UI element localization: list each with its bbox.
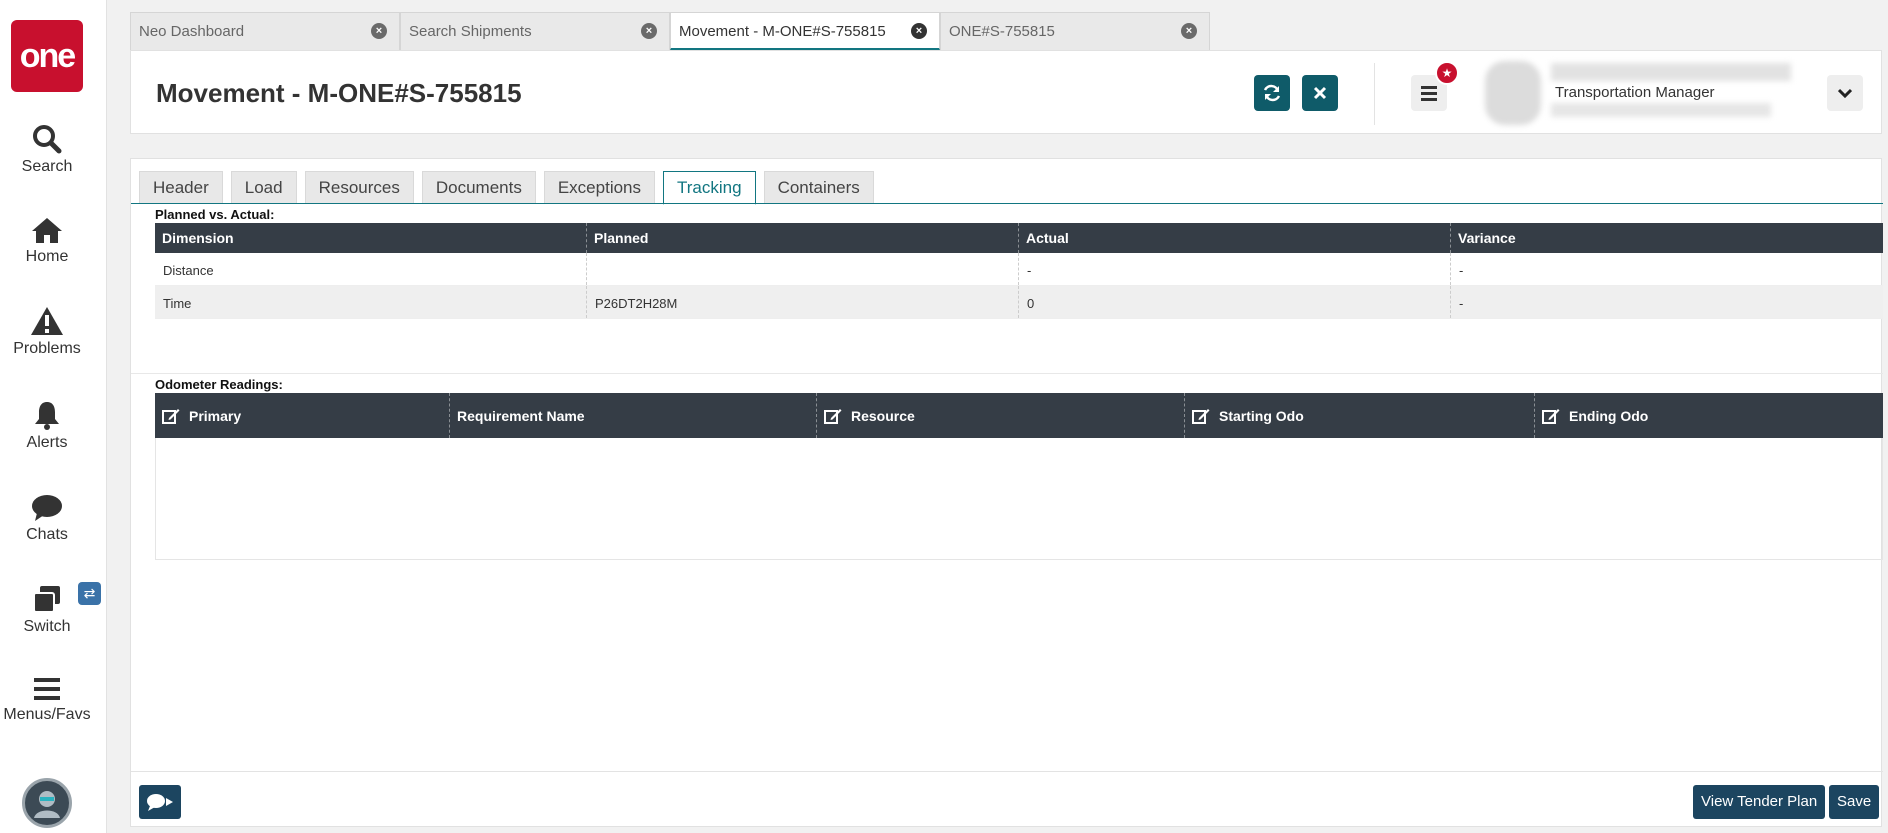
tab-label: ONE#S-755815 — [949, 23, 1055, 40]
column-header-primary[interactable]: Primary — [155, 393, 450, 438]
bell-icon — [35, 402, 59, 430]
odometer-grid: Primary Requirement Name Resource Starti… — [155, 393, 1883, 560]
tab-tracking[interactable]: Tracking — [663, 171, 756, 205]
home-icon — [32, 218, 62, 243]
close-icon[interactable]: × — [911, 23, 927, 39]
footer-toolbar: View Tender Plan Save — [131, 771, 1883, 828]
column-header-requirement-name[interactable]: Requirement Name — [450, 393, 817, 438]
column-header[interactable]: Dimension — [155, 223, 587, 253]
edit-icon — [1192, 409, 1210, 424]
star-icon: ★ — [1435, 61, 1459, 85]
tab-load[interactable]: Load — [230, 171, 297, 203]
left-sidebar: one Search Home Problems Alerts Chats Sw… — [0, 0, 107, 833]
chat-icon — [32, 495, 62, 521]
section-divider — [131, 373, 1883, 374]
user-avatar-icon[interactable] — [22, 778, 72, 828]
table-cell: P26DT2H28M — [587, 286, 1019, 318]
tab-containers[interactable]: Containers — [763, 171, 874, 203]
tab-label: Neo Dashboard — [139, 23, 245, 40]
sidebar-item-search[interactable]: Search — [0, 124, 94, 176]
close-icon — [1313, 86, 1327, 100]
title-bar: Movement - M-ONE#S-755815 ★ Transportati… — [130, 50, 1882, 134]
main-panel: Header Load Resources Documents Exceptio… — [130, 158, 1883, 828]
column-header-resource[interactable]: Resource — [817, 393, 1185, 438]
table-cell: - — [1459, 296, 1464, 311]
table-row[interactable]: Distance - - — [155, 253, 1883, 286]
column-header-starting-odo[interactable]: Starting Odo — [1185, 393, 1535, 438]
tab-label: Movement - M-ONE#S-755815 — [679, 23, 886, 40]
user-menu-button[interactable] — [1827, 75, 1863, 111]
refresh-button[interactable] — [1254, 75, 1290, 111]
sidebar-label: Search — [21, 158, 73, 175]
sidebar-item-menus-favs[interactable]: Menus/Favs — [0, 676, 94, 724]
table-cell: 0 — [1019, 286, 1451, 318]
column-header[interactable]: Variance — [1451, 223, 1883, 253]
sidebar-item-chats[interactable]: Chats — [0, 494, 94, 544]
tab-exceptions[interactable]: Exceptions — [543, 171, 656, 203]
tab-neo-dashboard[interactable]: Neo Dashboard × — [130, 12, 400, 50]
sidebar-item-problems[interactable]: Problems — [0, 306, 94, 358]
edit-icon — [162, 409, 180, 424]
menu-icon — [34, 678, 60, 700]
table-cell: Time — [155, 286, 587, 318]
page-title: Movement - M-ONE#S-755815 — [156, 78, 522, 108]
tab-header[interactable]: Header — [139, 171, 223, 203]
close-icon[interactable]: × — [641, 23, 657, 39]
table-cell — [587, 253, 1019, 285]
tab-movement[interactable]: Movement - M-ONE#S-755815 × — [670, 12, 940, 50]
sidebar-label: Alerts — [26, 434, 68, 451]
tab-underline — [131, 203, 1883, 204]
sidebar-label: Home — [25, 248, 69, 265]
edit-icon — [824, 409, 842, 424]
sidebar-item-alerts[interactable]: Alerts — [0, 400, 94, 452]
user-name-redacted — [1551, 63, 1791, 81]
warning-icon — [31, 307, 63, 335]
planned-vs-actual-label: Planned vs. Actual: — [155, 207, 275, 222]
table-cell: - — [1019, 253, 1451, 285]
tab-documents[interactable]: Documents — [421, 171, 536, 203]
chevron-down-icon — [1838, 88, 1852, 98]
search-icon — [33, 125, 62, 154]
edit-icon — [1542, 409, 1560, 424]
table-row[interactable]: Time P26DT2H28M 0 - — [155, 286, 1883, 319]
close-page-button[interactable] — [1302, 75, 1338, 111]
view-tender-plan-button[interactable]: View Tender Plan — [1693, 785, 1826, 819]
document-tabs: Neo Dashboard × Search Shipments × Movem… — [130, 12, 1210, 50]
tab-shipment[interactable]: ONE#S-755815 × — [940, 12, 1210, 50]
tab-label: Search Shipments — [409, 23, 532, 40]
planned-vs-actual-grid: Dimension Planned Actual Variance Distan… — [155, 223, 1883, 319]
sidebar-label: Chats — [26, 526, 68, 543]
sidebar-label: Problems — [13, 340, 81, 357]
close-icon[interactable]: × — [371, 23, 387, 39]
column-header[interactable]: Actual — [1019, 223, 1451, 253]
column-header-ending-odo[interactable]: Ending Odo — [1535, 393, 1883, 438]
tab-search-shipments[interactable]: Search Shipments × — [400, 12, 670, 50]
user-photo — [1485, 61, 1541, 125]
odometer-readings-label: Odometer Readings: — [155, 377, 283, 392]
user-role: Transportation Manager — [1555, 84, 1715, 101]
sidebar-item-home[interactable]: Home — [0, 216, 94, 266]
sidebar-label: Menus/Favs — [3, 706, 91, 723]
grid-header-row: Primary Requirement Name Resource Starti… — [155, 393, 1883, 438]
chat-button[interactable] — [139, 785, 181, 819]
odometer-grid-body — [155, 438, 1883, 560]
table-cell: Distance — [155, 253, 587, 285]
grid-header-row: Dimension Planned Actual Variance — [155, 223, 1883, 253]
save-button[interactable]: Save — [1829, 785, 1880, 819]
chat-icon — [147, 794, 173, 811]
switch-arrows-icon[interactable]: ⇄ — [78, 582, 101, 605]
user-org-redacted — [1551, 103, 1771, 117]
close-icon[interactable]: × — [1181, 23, 1197, 39]
refresh-icon — [1263, 84, 1281, 102]
tab-resources[interactable]: Resources — [304, 171, 414, 203]
hamburger-icon — [1421, 86, 1437, 101]
column-header[interactable]: Planned — [587, 223, 1019, 253]
table-cell: - — [1459, 263, 1464, 278]
one-logo[interactable]: one — [11, 20, 83, 92]
switch-icon — [33, 586, 60, 613]
sidebar-label: Switch — [23, 618, 71, 635]
detail-tabs: Header Load Resources Documents Exceptio… — [139, 171, 882, 205]
divider — [1374, 63, 1375, 125]
